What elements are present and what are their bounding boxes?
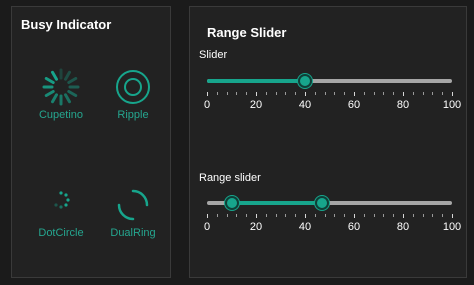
range-slider-panel: Range Slider Slider 0 20 40 60 80 100 Range s… bbox=[189, 6, 467, 278]
minor-tick bbox=[412, 92, 414, 95]
busy-item-cupertino: Cupetino bbox=[26, 65, 96, 121]
minor-tick bbox=[363, 92, 365, 95]
minor-tick bbox=[236, 92, 238, 95]
slider-fill bbox=[207, 79, 305, 83]
minor-tick bbox=[324, 92, 326, 95]
major-tick bbox=[452, 214, 453, 218]
minor-tick bbox=[373, 92, 375, 95]
minor-tick bbox=[383, 214, 385, 217]
minor-tick bbox=[442, 92, 444, 95]
cupertino-spinner-icon bbox=[42, 68, 80, 106]
minor-tick bbox=[216, 92, 218, 95]
minor-tick bbox=[432, 92, 434, 95]
tick-label: 80 bbox=[396, 99, 410, 111]
range-fill bbox=[231, 201, 323, 205]
major-tick bbox=[256, 214, 257, 218]
minor-tick bbox=[383, 92, 385, 95]
minor-tick bbox=[295, 214, 297, 217]
minor-tick bbox=[324, 214, 326, 217]
major-tick bbox=[403, 214, 404, 218]
minor-tick bbox=[363, 214, 365, 217]
minor-tick bbox=[246, 92, 248, 95]
major-tick bbox=[403, 92, 404, 96]
minor-tick bbox=[226, 214, 228, 217]
minor-tick bbox=[226, 92, 228, 95]
major-tick bbox=[256, 92, 257, 96]
tick-label: 100 bbox=[442, 99, 462, 111]
major-tick bbox=[305, 92, 306, 96]
minor-tick bbox=[314, 92, 316, 95]
dual-ring-icon bbox=[117, 189, 149, 221]
minor-tick bbox=[393, 214, 395, 217]
minor-tick bbox=[442, 214, 444, 217]
major-tick bbox=[207, 92, 208, 96]
busy-label-dualring: DualRing bbox=[110, 227, 156, 239]
minor-tick bbox=[275, 92, 277, 95]
range-slider-title: Range Slider bbox=[207, 25, 287, 40]
tick-label: 0 bbox=[203, 99, 211, 111]
tick-label: 0 bbox=[203, 221, 211, 233]
tick-label: 60 bbox=[347, 221, 361, 233]
tick-label: 60 bbox=[347, 99, 361, 111]
busy-item-dotcircle: DotCircle bbox=[26, 183, 96, 239]
range-thumb-end[interactable] bbox=[315, 196, 330, 210]
tick-label: 20 bbox=[249, 99, 263, 111]
tick-label: 80 bbox=[396, 221, 410, 233]
busy-label-ripple: Ripple bbox=[117, 109, 149, 121]
major-tick bbox=[354, 92, 355, 96]
minor-tick bbox=[314, 214, 316, 217]
busy-indicator-title: Busy Indicator bbox=[21, 17, 112, 32]
minor-tick bbox=[295, 92, 297, 95]
dot-circle-icon bbox=[54, 191, 70, 209]
minor-tick bbox=[216, 214, 218, 217]
range-thumb-start[interactable] bbox=[224, 196, 239, 210]
minor-tick bbox=[265, 214, 267, 217]
minor-tick bbox=[422, 92, 424, 95]
minor-tick bbox=[344, 92, 346, 95]
busy-label-cupertino: Cupetino bbox=[38, 109, 84, 121]
slider-scale: 0 20 40 60 80 100 bbox=[203, 92, 461, 122]
minor-tick bbox=[373, 214, 375, 217]
major-tick bbox=[452, 92, 453, 96]
range-slider-label: Range slider bbox=[199, 172, 261, 184]
ripple-icon bbox=[116, 70, 150, 104]
busy-item-ripple: Ripple bbox=[98, 65, 168, 121]
minor-tick bbox=[246, 214, 248, 217]
busy-item-dualring: DualRing bbox=[98, 183, 168, 239]
minor-tick bbox=[422, 214, 424, 217]
minor-tick bbox=[265, 92, 267, 95]
tick-label: 100 bbox=[442, 221, 462, 233]
minor-tick bbox=[334, 214, 336, 217]
minor-tick bbox=[236, 214, 238, 217]
major-tick bbox=[354, 214, 355, 218]
minor-tick bbox=[432, 214, 434, 217]
tick-label: 40 bbox=[298, 221, 312, 233]
major-tick bbox=[305, 214, 306, 218]
minor-tick bbox=[412, 214, 414, 217]
slider-thumb[interactable] bbox=[298, 74, 312, 88]
major-tick bbox=[207, 214, 208, 218]
minor-tick bbox=[285, 214, 287, 217]
range-slider-scale: 0 20 40 60 80 100 bbox=[203, 214, 461, 244]
busy-indicator-panel: Busy Indicator Cupetino Ripple DotCircle… bbox=[11, 6, 171, 278]
minor-tick bbox=[344, 214, 346, 217]
minor-tick bbox=[285, 92, 287, 95]
tick-label: 40 bbox=[298, 99, 312, 111]
range-slider[interactable] bbox=[207, 193, 452, 213]
minor-tick bbox=[393, 92, 395, 95]
busy-label-dotcircle: DotCircle bbox=[38, 227, 84, 239]
slider-label: Slider bbox=[199, 49, 228, 61]
single-slider[interactable] bbox=[207, 71, 452, 91]
minor-tick bbox=[275, 214, 277, 217]
tick-label: 20 bbox=[249, 221, 263, 233]
minor-tick bbox=[334, 92, 336, 95]
